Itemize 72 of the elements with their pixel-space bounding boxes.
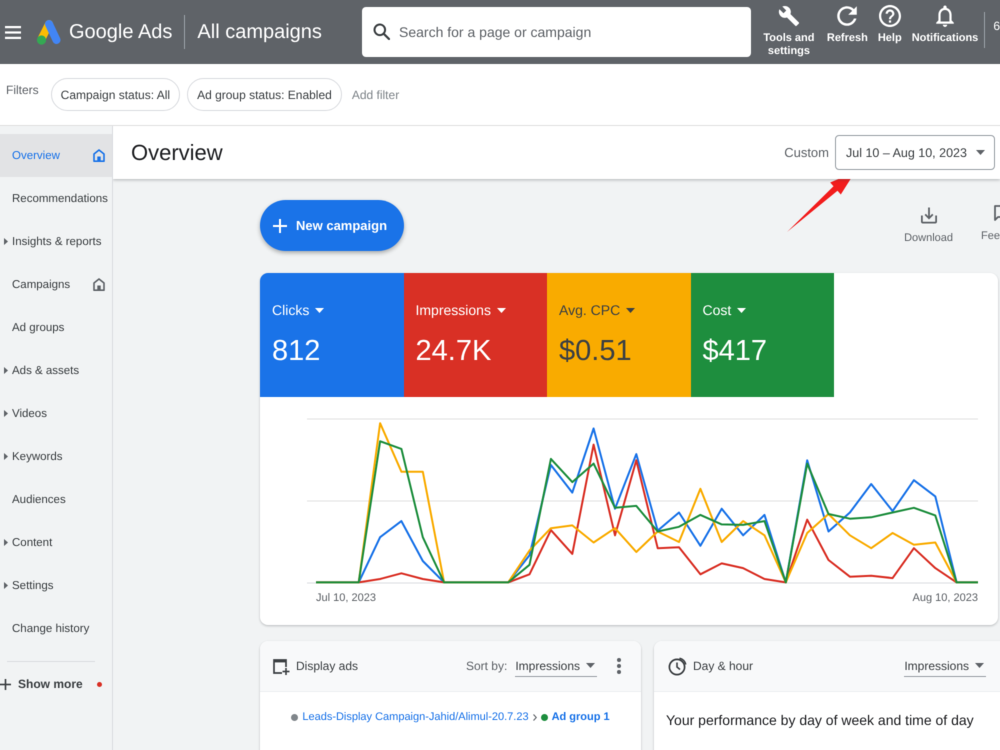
feedback-button[interactable]: Fee xyxy=(981,200,1000,244)
download-icon xyxy=(920,207,937,224)
product-name: Google Ads xyxy=(69,20,172,44)
nav-item[interactable]: Keywords xyxy=(0,435,112,478)
date-range-dropdown[interactable]: Jul 10 – Aug 10, 2023 xyxy=(835,135,995,170)
metric-value: $417 xyxy=(702,334,768,368)
account-title: All campaigns xyxy=(197,20,322,44)
metric-value: 812 xyxy=(272,334,322,368)
wrench-icon xyxy=(778,5,800,27)
campaign-link[interactable]: Leads-Display Campaign-Jahid/Alimul-20.7.23 xyxy=(302,711,529,723)
metric-dropdown[interactable]: Avg. CPC xyxy=(559,301,636,319)
filters-label: Filters xyxy=(6,82,39,96)
page-heading: Overview xyxy=(131,140,224,166)
nav-item[interactable]: Ads & assets xyxy=(0,349,112,392)
filter-chip[interactable]: Campaign status: All xyxy=(50,78,180,111)
nav-item[interactable]: Settings xyxy=(0,564,112,607)
nav-item[interactable]: Content xyxy=(0,521,112,564)
show-more-button[interactable]: Show more xyxy=(0,662,112,706)
metric-value: 24.7K xyxy=(416,334,492,368)
account-id: 6 xyxy=(993,19,1000,33)
window-plus-icon xyxy=(273,658,290,674)
logo-icon xyxy=(35,18,61,46)
refresh-button[interactable]: Refresh xyxy=(826,5,868,46)
caret-icon xyxy=(976,150,985,155)
help-button[interactable]: Help xyxy=(878,5,902,46)
more-options-button[interactable] xyxy=(617,658,621,674)
notifications-button[interactable]: Notifications xyxy=(912,5,978,46)
sort-dropdown[interactable]: Impressions xyxy=(515,656,597,676)
metric-value: $0.51 xyxy=(559,334,633,368)
filter-chip[interactable]: Ad group status: Enabled xyxy=(187,78,342,111)
new-campaign-button[interactable]: New campaign xyxy=(260,200,404,251)
menu-button[interactable] xyxy=(5,26,21,38)
card-title: Day & hour xyxy=(693,659,754,673)
plus-icon xyxy=(0,678,11,690)
axis-date-label: Jul 10, 2023 xyxy=(316,592,376,604)
nav-item[interactable]: Insights & reports xyxy=(0,220,112,263)
date-range-label: Custom xyxy=(784,145,829,160)
caret-icon xyxy=(586,663,595,668)
nav-item[interactable]: Ad groups xyxy=(0,306,112,349)
axis-date-label: Aug 10, 2023 xyxy=(912,592,978,604)
download-button[interactable]: Download xyxy=(904,200,953,244)
ad-group-link[interactable]: Ad group 1 xyxy=(552,711,610,723)
search-icon xyxy=(373,23,390,40)
caret-icon xyxy=(737,308,746,312)
metric-select-dropdown[interactable]: Impressions xyxy=(904,656,986,676)
chevron-icon xyxy=(532,714,537,720)
dots-icon xyxy=(617,658,621,674)
nav-item[interactable]: Change history xyxy=(0,607,112,650)
metric-dropdown[interactable]: Impressions xyxy=(416,301,506,319)
card-description: Your performance by day of week and time of day xyxy=(666,712,975,728)
caret-icon xyxy=(496,308,506,312)
plus-icon xyxy=(273,218,287,232)
caret-icon xyxy=(975,663,984,668)
search-field[interactable]: Search for a page or campaign xyxy=(362,7,751,57)
caret-icon xyxy=(626,308,636,312)
add-filter-link[interactable]: Add filter xyxy=(352,88,400,102)
help-icon xyxy=(878,5,901,27)
nav-item[interactable]: Recommendations xyxy=(0,177,112,220)
refresh-icon xyxy=(836,5,858,27)
bell-icon xyxy=(934,5,956,27)
menu-icon xyxy=(5,26,21,38)
card-title: Display ads xyxy=(296,659,360,673)
metric-dropdown[interactable]: Clicks xyxy=(272,301,324,319)
metric-dropdown[interactable]: Cost xyxy=(702,301,746,319)
nav-item[interactable]: Campaigns xyxy=(0,263,112,306)
tools-button[interactable]: Tools and settings xyxy=(761,5,817,58)
nav-item[interactable]: Overview xyxy=(0,134,112,177)
caret-icon xyxy=(315,308,324,312)
nav-item[interactable]: Videos xyxy=(0,392,112,435)
sort-label: Sort by: xyxy=(466,659,508,673)
clock-icon xyxy=(668,656,687,676)
nav-item[interactable]: Audiences xyxy=(0,478,112,521)
